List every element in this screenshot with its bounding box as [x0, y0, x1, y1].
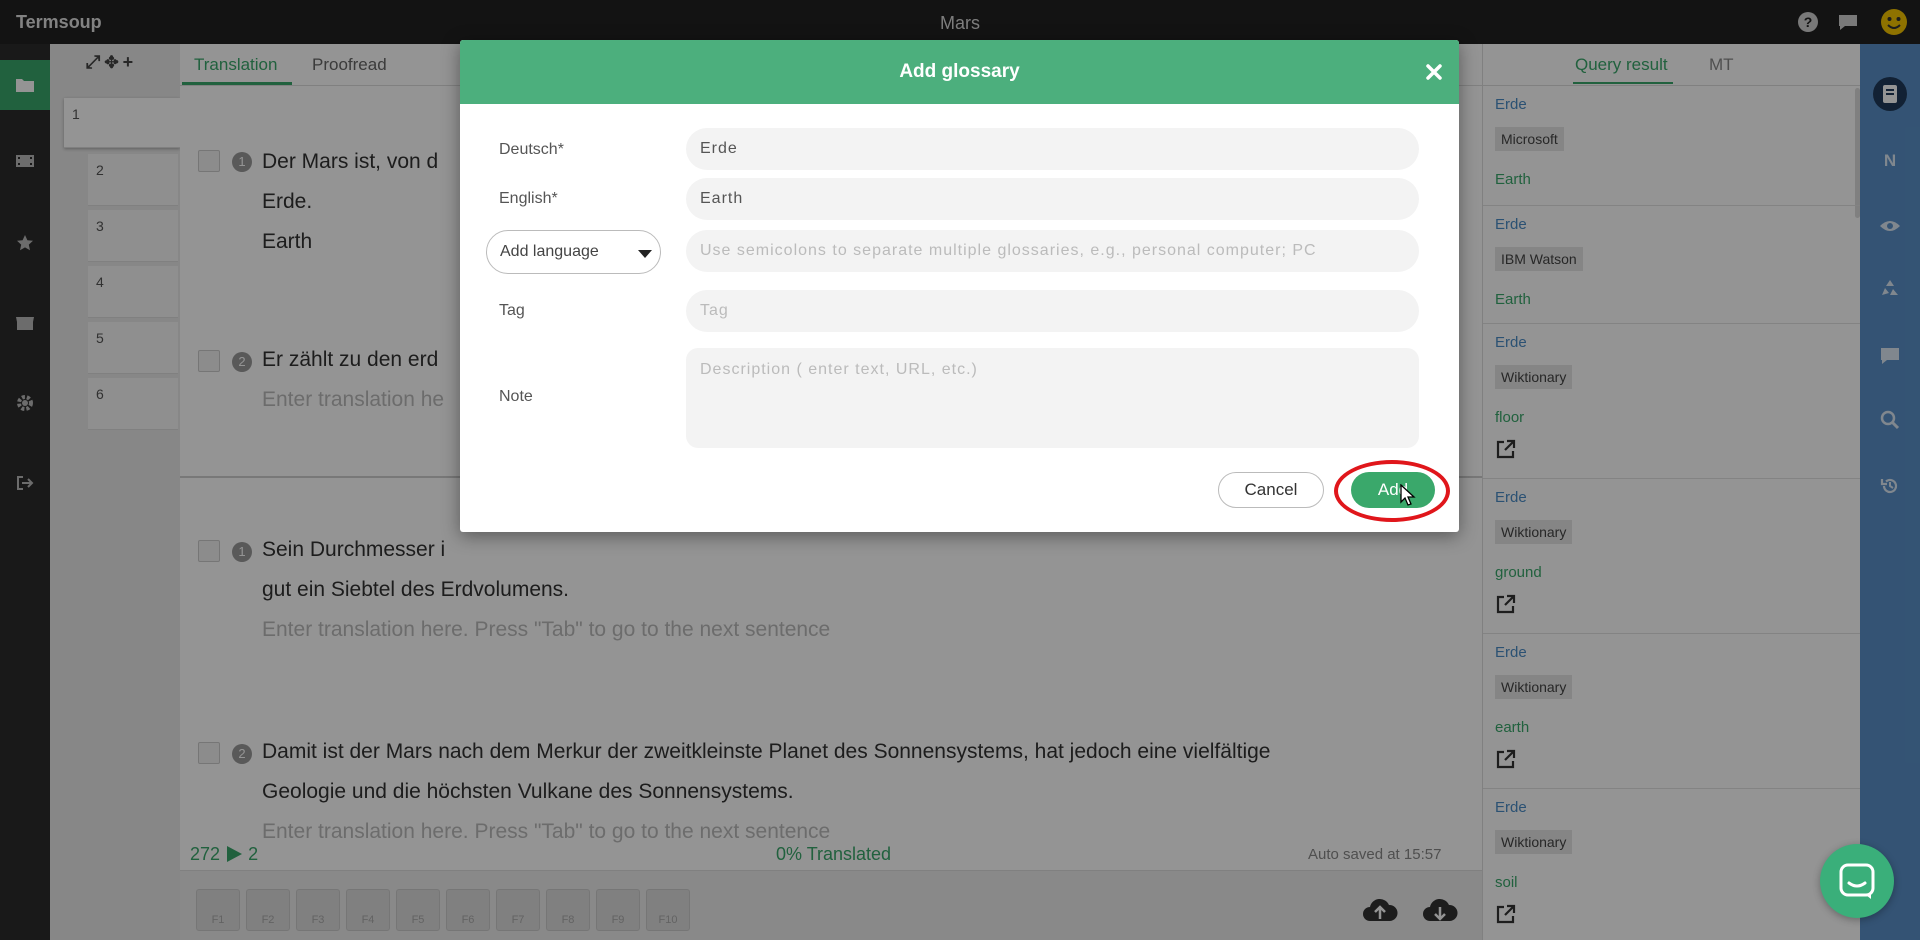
additional-language-input[interactable]	[686, 230, 1419, 272]
english-input[interactable]	[686, 178, 1419, 220]
cancel-button[interactable]: Cancel	[1218, 472, 1324, 508]
deutsch-label: Deutsch*	[499, 141, 564, 158]
close-icon[interactable]	[1424, 62, 1444, 82]
dialog-header: Add glossary	[460, 40, 1459, 104]
dialog-title: Add glossary	[899, 61, 1020, 82]
tag-label: Tag	[499, 302, 525, 319]
add-language-select[interactable]: Add language	[486, 230, 661, 274]
caret-down-icon	[638, 250, 652, 258]
add-button[interactable]: Add	[1351, 472, 1435, 508]
tag-input[interactable]	[686, 290, 1419, 332]
deutsch-input[interactable]	[686, 128, 1419, 170]
support-chat-button[interactable]	[1820, 844, 1894, 918]
note-textarea[interactable]	[686, 348, 1419, 448]
english-label: English*	[499, 190, 558, 207]
add-glossary-dialog: Add glossary Deutsch* English* Add langu…	[460, 40, 1459, 532]
chat-bubble-icon	[1839, 863, 1875, 899]
add-language-label: Add language	[500, 243, 599, 260]
note-label: Note	[499, 388, 533, 405]
